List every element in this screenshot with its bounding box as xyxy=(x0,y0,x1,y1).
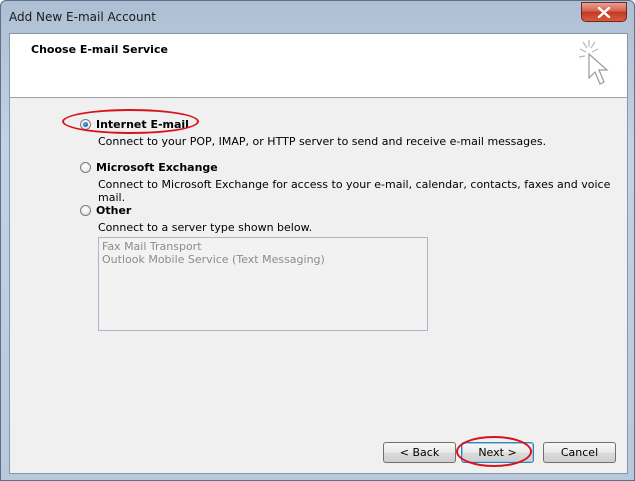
other-radio[interactable] xyxy=(80,204,91,216)
microsoft-exchange-description: Connect to Microsoft Exchange for access… xyxy=(98,178,611,204)
close-button[interactable] xyxy=(581,2,627,22)
list-item[interactable]: Fax Mail Transport xyxy=(102,240,424,253)
option-other[interactable]: Other xyxy=(80,202,131,218)
other-label[interactable]: Other xyxy=(96,204,131,217)
dialog-window: Add New E-mail Account Choose E-mail Ser… xyxy=(0,0,635,481)
microsoft-exchange-label[interactable]: Microsoft Exchange xyxy=(96,161,218,174)
title-bar[interactable]: Add New E-mail Account xyxy=(1,1,635,33)
option-microsoft-exchange[interactable]: Microsoft Exchange xyxy=(80,159,218,175)
back-button[interactable]: < Back xyxy=(383,442,456,463)
internet-email-label[interactable]: Internet E-mail xyxy=(96,118,189,131)
option-internet-email[interactable]: Internet E-mail xyxy=(80,116,189,132)
microsoft-exchange-radio[interactable] xyxy=(80,161,91,173)
cancel-button[interactable]: Cancel xyxy=(543,442,616,463)
dialog-client-area: Choose E-mail Service Internet E-mail Co… xyxy=(9,33,628,474)
wizard-header: Choose E-mail Service xyxy=(10,34,627,98)
internet-email-radio[interactable] xyxy=(80,118,91,130)
server-type-list[interactable]: Fax Mail Transport Outlook Mobile Servic… xyxy=(98,237,428,331)
close-icon xyxy=(597,7,611,18)
list-item[interactable]: Outlook Mobile Service (Text Messaging) xyxy=(102,253,424,266)
wizard-cursor-icon xyxy=(578,40,609,85)
other-description: Connect to a server type shown below. xyxy=(98,221,313,234)
next-button[interactable]: Next > xyxy=(461,442,534,463)
page-title: Choose E-mail Service xyxy=(31,43,168,56)
window-title: Add New E-mail Account xyxy=(9,10,156,24)
internet-email-description: Connect to your POP, IMAP, or HTTP serve… xyxy=(98,135,547,148)
